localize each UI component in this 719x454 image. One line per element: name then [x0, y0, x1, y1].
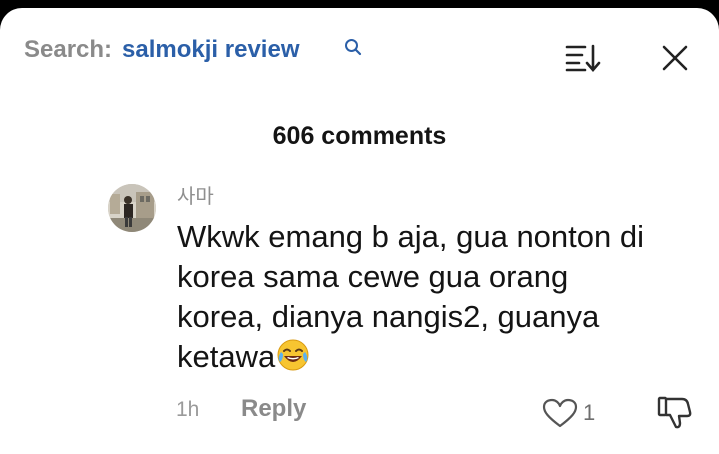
comment-body: Wkwk emang b aja, gua nonton di korea sa… — [177, 217, 657, 377]
heart-icon[interactable] — [542, 398, 578, 428]
like-count: 1 — [583, 400, 596, 425]
comment-text: Wkwk emang b aja, gua nonton di korea sa… — [177, 219, 644, 374]
comment-timestamp: 1h — [176, 398, 200, 421]
comment-username[interactable]: 사마 — [177, 180, 214, 209]
avatar[interactable] — [108, 184, 156, 232]
close-icon[interactable] — [661, 44, 689, 72]
comments-sheet: Search: salmokji review 606 comments 사마 … — [0, 8, 719, 454]
search-header[interactable]: Search: salmokji review — [24, 36, 299, 76]
sort-icon[interactable] — [565, 44, 603, 72]
face-with-tears-of-joy-icon — [277, 339, 309, 371]
comments-count: 606 comments — [272, 122, 447, 150]
reply-button[interactable]: Reply — [241, 395, 306, 423]
search-term-link[interactable]: salmokji review — [122, 36, 299, 64]
thumbs-down-icon[interactable] — [657, 394, 693, 430]
search-icon[interactable] — [344, 38, 362, 56]
search-label: Search: — [24, 36, 113, 63]
